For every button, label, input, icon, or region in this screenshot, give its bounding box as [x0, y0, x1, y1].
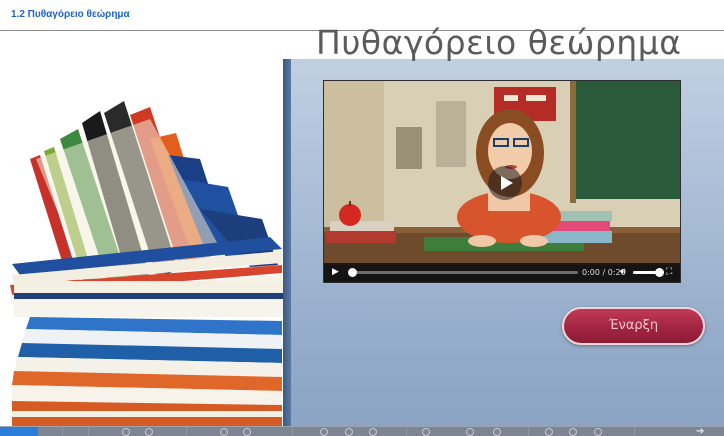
- nav-separator: [292, 427, 293, 436]
- play-icon: [501, 176, 513, 190]
- nav-slide-dot[interactable]: [345, 428, 353, 436]
- slide-title: Πυθαγόρειο θεώρημα: [316, 23, 682, 62]
- nav-slide-dot[interactable]: [493, 428, 501, 436]
- nav-slide-dot[interactable]: [466, 428, 474, 436]
- video-controls: ▶ 0:00 / 0:20 🔊︎ ⛶: [324, 263, 680, 282]
- books-illustration: [0, 59, 283, 426]
- arrow-right-icon[interactable]: ➔: [696, 426, 704, 436]
- volume-icon[interactable]: 🔊︎: [620, 263, 626, 282]
- nav-separator: [186, 427, 187, 436]
- video-play-overlay-button[interactable]: [488, 166, 522, 200]
- nav-slide-dot[interactable]: [369, 428, 377, 436]
- nav-separator: [528, 427, 529, 436]
- nav-slide-dot[interactable]: [320, 428, 328, 436]
- nav-slide-dot[interactable]: [220, 428, 228, 436]
- page-title: 1.2 Πυθαγόρειο θεώρημα: [11, 9, 130, 20]
- nav-separator: [406, 427, 407, 436]
- seek-handle[interactable]: [348, 268, 357, 277]
- play-pause-icon[interactable]: ▶: [332, 263, 339, 282]
- nav-slide-dot[interactable]: [243, 428, 251, 436]
- nav-separator: [62, 427, 63, 436]
- slide-navigation-bar: ➔: [0, 426, 724, 436]
- books-image: [0, 59, 283, 426]
- video-player[interactable]: ▶ 0:00 / 0:20 🔊︎ ⛶: [323, 80, 681, 283]
- start-button[interactable]: Έναρξη: [562, 307, 705, 345]
- nav-slide-dot[interactable]: [569, 428, 577, 436]
- nav-slide-dot[interactable]: [422, 428, 430, 436]
- fullscreen-icon[interactable]: ⛶: [666, 263, 672, 282]
- nav-progress-fill: [0, 427, 38, 436]
- nav-separator: [88, 427, 89, 436]
- nav-slide-dot[interactable]: [594, 428, 602, 436]
- volume-handle[interactable]: [655, 268, 664, 277]
- nav-slide-dot[interactable]: [122, 428, 130, 436]
- volume-slider[interactable]: [633, 268, 664, 277]
- nav-slide-dot[interactable]: [545, 428, 553, 436]
- video-seek-bar[interactable]: [348, 268, 578, 277]
- nav-separator: [634, 427, 635, 436]
- slide-divider: [283, 59, 291, 426]
- nav-slide-dot[interactable]: [145, 428, 153, 436]
